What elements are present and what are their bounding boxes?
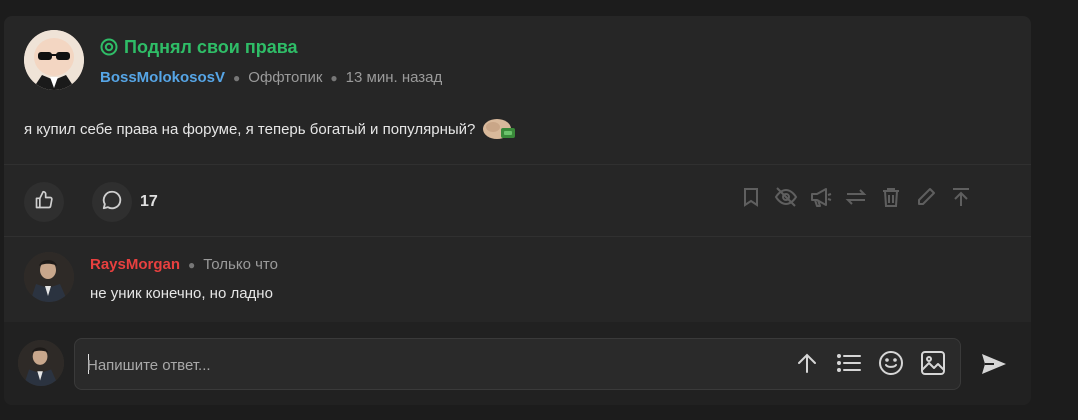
target-icon — [100, 38, 118, 56]
list-button[interactable] — [834, 350, 864, 380]
like-button[interactable] — [24, 182, 64, 222]
megaphone-icon — [810, 187, 832, 212]
reply-tools — [780, 350, 948, 380]
post-card: Поднял свои права BossMolokososV ● Оффто… — [4, 16, 1031, 405]
comment-item: RaysMorgan ● Только что не уник конечно,… — [24, 252, 278, 302]
list-icon — [836, 352, 862, 379]
separator-dot: ● — [330, 70, 338, 85]
hide-button[interactable] — [774, 186, 798, 212]
post-category[interactable]: Оффтопик — [248, 69, 322, 86]
edit-button[interactable] — [915, 187, 937, 212]
reply-input[interactable] — [87, 353, 767, 377]
comment-bubble-icon — [101, 189, 123, 216]
thumbs-up-icon — [34, 190, 54, 215]
post-tools — [740, 186, 985, 212]
post-actions: 17 — [24, 182, 158, 222]
separator-dot: ● — [233, 70, 241, 85]
post-author[interactable]: BossMolokososV — [100, 69, 225, 86]
send-icon — [981, 352, 1007, 381]
pencil-icon — [916, 187, 936, 212]
format-up-button[interactable] — [792, 350, 822, 380]
comment-time: Только что — [203, 256, 278, 273]
announce-button[interactable] — [810, 187, 832, 212]
post-time: 13 мин. назад — [345, 69, 443, 86]
money-hand-emoji — [481, 116, 517, 142]
pin-to-top-icon — [952, 187, 970, 212]
post-body: я купил себе права на форуме, я теперь б… — [24, 116, 517, 142]
divider — [4, 236, 1031, 237]
image-icon — [920, 350, 946, 381]
divider — [4, 164, 1031, 165]
post-meta-line: BossMolokososV ● Оффтопик ● 13 мин. наза… — [100, 69, 442, 86]
comment-author[interactable]: RaysMorgan — [90, 256, 180, 273]
pin-button[interactable] — [950, 187, 972, 212]
send-button[interactable] — [980, 352, 1008, 380]
arrow-up-icon — [796, 352, 818, 379]
comment-text: не уник конечно, но ладно — [90, 285, 273, 302]
comment-count: 17 — [140, 193, 158, 210]
bookmark-icon — [742, 187, 760, 212]
smile-icon — [878, 350, 904, 381]
repost-icon — [845, 188, 867, 211]
trash-icon — [882, 187, 900, 212]
reply-bar — [4, 322, 1031, 405]
avatar[interactable] — [24, 252, 74, 302]
comment-button[interactable] — [92, 182, 132, 222]
delete-button[interactable] — [880, 187, 902, 212]
post-header: Поднял свои права BossMolokososV ● Оффто… — [24, 30, 442, 90]
avatar[interactable] — [24, 30, 84, 90]
separator-dot: ● — [188, 257, 196, 272]
post-title-text: Поднял свои права — [124, 36, 298, 57]
repost-button[interactable] — [845, 188, 867, 210]
comments-toggle[interactable]: 17 — [92, 182, 158, 222]
reply-input-box — [74, 338, 961, 390]
bookmark-button[interactable] — [740, 187, 762, 212]
avatar — [18, 340, 64, 386]
post-title[interactable]: Поднял свои права — [100, 35, 442, 59]
post-body-text: я купил себе права на форуме, я теперь б… — [24, 120, 476, 138]
emoji-button[interactable] — [876, 350, 906, 380]
image-button[interactable] — [918, 350, 948, 380]
eye-off-icon — [774, 186, 798, 212]
